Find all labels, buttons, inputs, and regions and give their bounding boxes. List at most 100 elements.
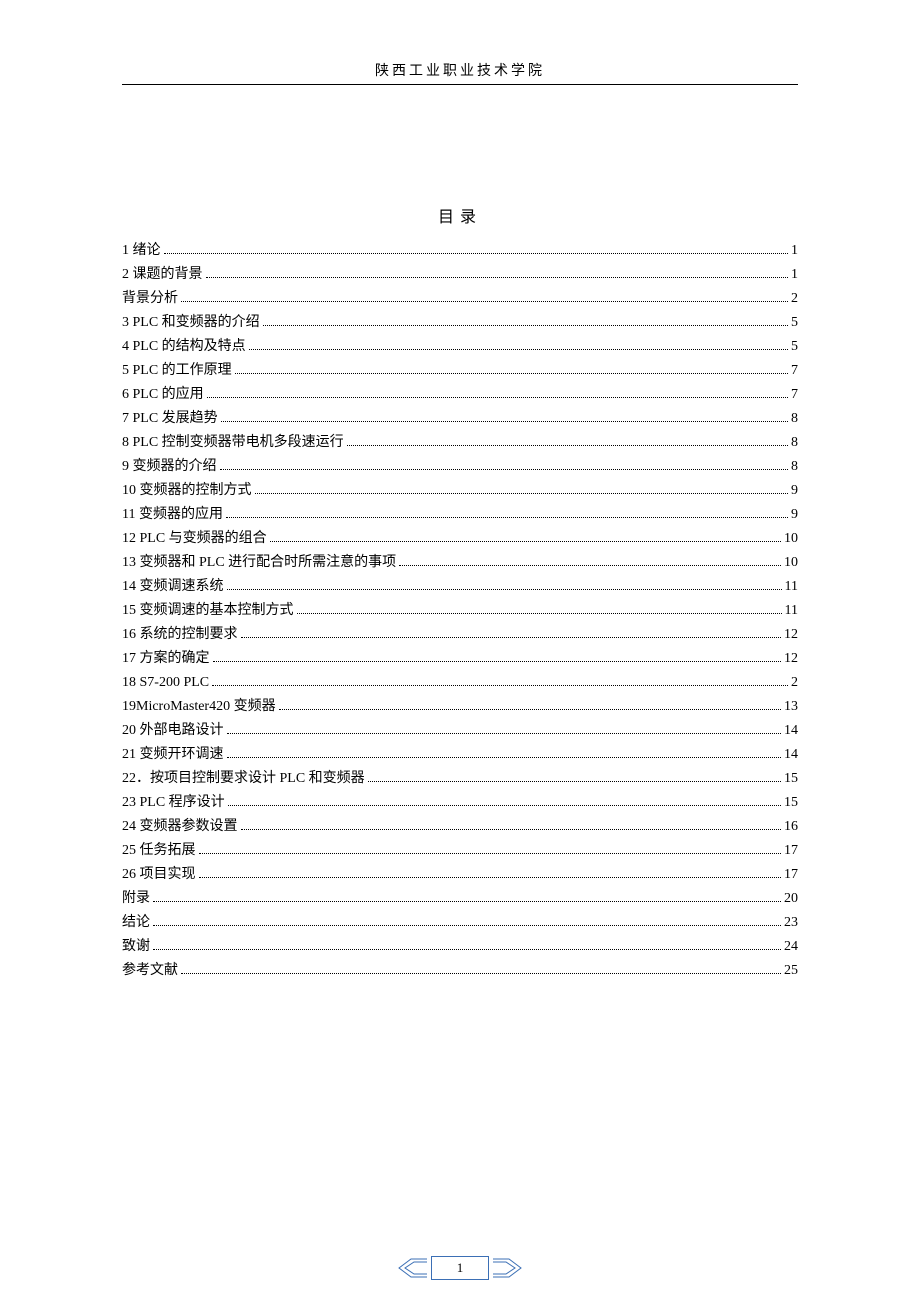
- toc-entry-title: 10 变频器的控制方式: [122, 479, 252, 503]
- toc-entry-title: 26 项目实现: [122, 863, 196, 887]
- toc-entry-title: 5 PLC 的工作原理: [122, 359, 232, 383]
- toc-entry-title: 20 外部电路设计: [122, 719, 224, 743]
- toc-entry-page: 13: [784, 695, 798, 719]
- toc-leader-dots: [153, 901, 781, 902]
- toc-entry: 结论23: [122, 911, 798, 935]
- page-footer: 1: [0, 1256, 920, 1280]
- toc-entry-title: 14 变频调速系统: [122, 575, 224, 599]
- toc-leader-dots: [255, 493, 789, 494]
- toc-entry-page: 25: [784, 959, 798, 983]
- toc-leader-dots: [221, 421, 788, 422]
- toc-entry-page: 14: [784, 743, 798, 767]
- toc-entry-page: 10: [784, 551, 798, 575]
- toc-leader-dots: [241, 637, 782, 638]
- toc-leader-dots: [207, 397, 788, 398]
- toc-leader-dots: [227, 757, 782, 758]
- toc-entry: 8 PLC 控制变频器带电机多段速运行 8: [122, 431, 798, 455]
- toc-entry-page: 2: [791, 287, 798, 311]
- toc-entry: 5 PLC 的工作原理7: [122, 359, 798, 383]
- toc-entry-page: 8: [791, 407, 798, 431]
- toc-leader-dots: [199, 853, 782, 854]
- toc-entry: 25 任务拓展 17: [122, 839, 798, 863]
- toc-entry: 18 S7-200 PLC 2: [122, 671, 798, 695]
- toc-entry: 背景分析 2: [122, 287, 798, 311]
- toc-leader-dots: [249, 349, 788, 350]
- toc-entry-title: 13 变频器和 PLC 进行配合时所需注意的事项: [122, 551, 396, 575]
- table-of-contents: 1 绪论12 课题的背景1背景分析23 PLC 和变频器的介绍54 PLC 的结…: [122, 239, 798, 983]
- page-number: 1: [431, 1256, 489, 1280]
- chevron-right-icon: [493, 1257, 523, 1279]
- toc-entry: 致谢 24: [122, 935, 798, 959]
- toc-entry: 3 PLC 和变频器的介绍5: [122, 311, 798, 335]
- document-page: 陕西工业职业技术学院 目录 1 绪论12 课题的背景1背景分析23 PLC 和变…: [0, 0, 920, 983]
- toc-entry-page: 11: [785, 599, 798, 623]
- toc-entry-title: 背景分析: [122, 287, 178, 311]
- toc-leader-dots: [270, 541, 781, 542]
- toc-leader-dots: [241, 829, 782, 830]
- toc-entry-page: 11: [785, 575, 798, 599]
- toc-entry: 20 外部电路设计 14: [122, 719, 798, 743]
- toc-leader-dots: [227, 733, 782, 734]
- toc-leader-dots: [235, 373, 788, 374]
- toc-entry: 26 项目实现 17: [122, 863, 798, 887]
- toc-leader-dots: [199, 877, 782, 878]
- toc-entry-page: 10: [784, 527, 798, 551]
- toc-entry-title: 23 PLC 程序设计: [122, 791, 225, 815]
- toc-entry-page: 2: [791, 671, 798, 695]
- toc-leader-dots: [279, 709, 781, 710]
- toc-entry-page: 24: [784, 935, 798, 959]
- toc-entry-page: 16: [784, 815, 798, 839]
- toc-entry-title: 1 绪论: [122, 239, 161, 263]
- toc-leader-dots: [347, 445, 788, 446]
- toc-entry: 21 变频开环调速 14: [122, 743, 798, 767]
- toc-entry: 14 变频调速系统 11: [122, 575, 798, 599]
- toc-leader-dots: [297, 613, 782, 614]
- toc-entry-title: 18 S7-200 PLC: [122, 671, 209, 695]
- toc-entry-title: 24 变频器参数设置: [122, 815, 238, 839]
- toc-entry-title: 4 PLC 的结构及特点: [122, 335, 246, 359]
- toc-entry-page: 5: [791, 335, 798, 359]
- toc-entry-title: 16 系统的控制要求: [122, 623, 238, 647]
- toc-entry-page: 9: [791, 503, 798, 527]
- toc-entry-page: 12: [784, 623, 798, 647]
- toc-entry: 23 PLC 程序设计15: [122, 791, 798, 815]
- toc-entry: 7 PLC 发展趋势 8: [122, 407, 798, 431]
- toc-entry-page: 17: [784, 863, 798, 887]
- toc-leader-dots: [368, 781, 781, 782]
- toc-entry: 2 课题的背景1: [122, 263, 798, 287]
- toc-entry-page: 8: [791, 431, 798, 455]
- toc-leader-dots: [153, 949, 781, 950]
- toc-entry-title: 8 PLC 控制变频器带电机多段速运行: [122, 431, 344, 455]
- toc-leader-dots: [263, 325, 788, 326]
- toc-entry: 17 方案的确定12: [122, 647, 798, 671]
- toc-leader-dots: [206, 277, 789, 278]
- toc-entry: 4 PLC 的结构及特点 5: [122, 335, 798, 359]
- toc-entry-title: 结论: [122, 911, 150, 935]
- toc-entry: 6 PLC 的应用7: [122, 383, 798, 407]
- toc-entry: 19MicroMaster420 变频器13: [122, 695, 798, 719]
- toc-entry-title: 25 任务拓展: [122, 839, 196, 863]
- toc-entry-title: 11 变频器的应用: [122, 503, 223, 527]
- page-number-banner: 1: [397, 1256, 523, 1280]
- toc-leader-dots: [212, 685, 788, 686]
- toc-entry-title: 7 PLC 发展趋势: [122, 407, 218, 431]
- toc-entry-page: 1: [791, 263, 798, 287]
- toc-leader-dots: [181, 973, 781, 974]
- toc-entry-title: 12 PLC 与变频器的组合: [122, 527, 267, 551]
- header-rule: [122, 84, 798, 85]
- toc-entry-title: 3 PLC 和变频器的介绍: [122, 311, 260, 335]
- toc-entry-page: 14: [784, 719, 798, 743]
- toc-entry-title: 6 PLC 的应用: [122, 383, 204, 407]
- toc-entry-page: 8: [791, 455, 798, 479]
- toc-entry-title: 21 变频开环调速: [122, 743, 224, 767]
- toc-entry-page: 17: [784, 839, 798, 863]
- toc-entry-title: 17 方案的确定: [122, 647, 210, 671]
- toc-entry-title: 附录: [122, 887, 150, 911]
- toc-entry-page: 20: [784, 887, 798, 911]
- toc-leader-dots: [164, 253, 789, 254]
- toc-entry-title: 致谢: [122, 935, 150, 959]
- toc-title: 目录: [122, 203, 798, 227]
- toc-entry-title: 参考文献: [122, 959, 178, 983]
- toc-entry: 22．按项目控制要求设计 PLC 和变频器15: [122, 767, 798, 791]
- toc-entry: 12 PLC 与变频器的组合 10: [122, 527, 798, 551]
